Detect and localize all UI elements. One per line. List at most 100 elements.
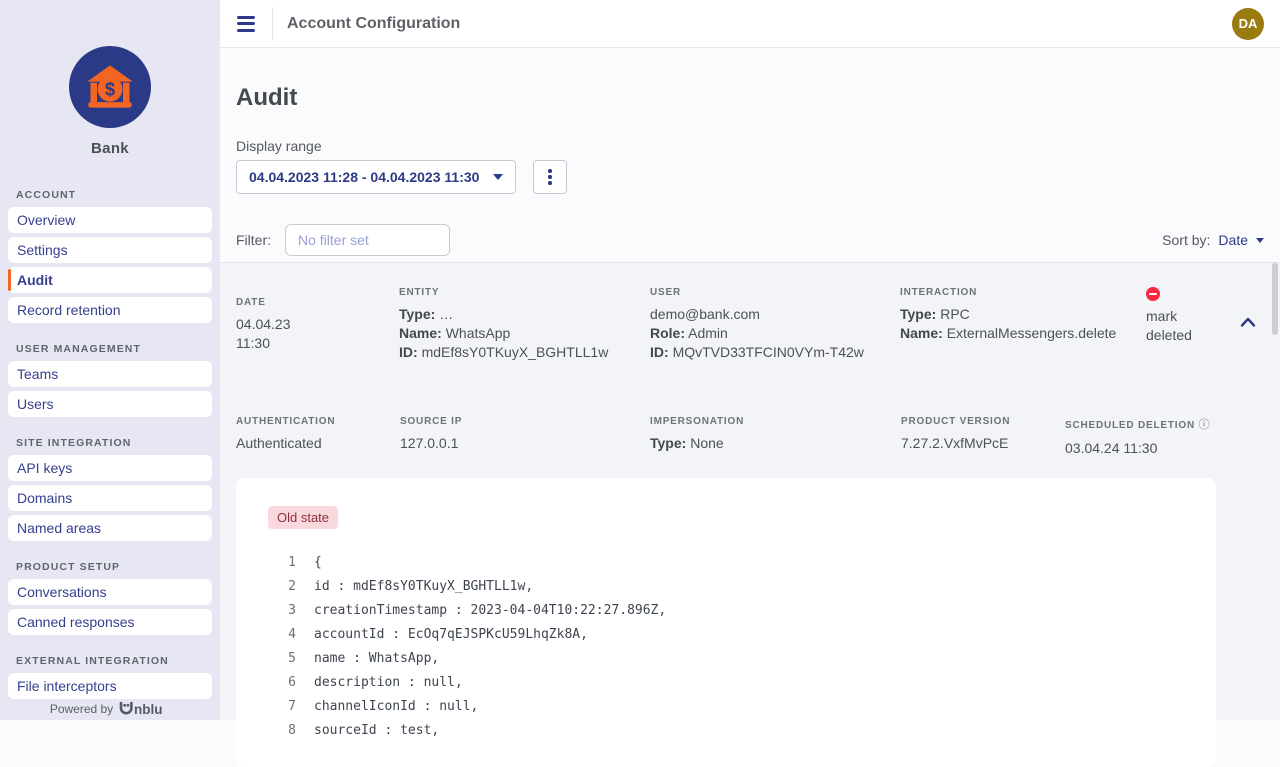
entity-type-key: Type:: [399, 306, 435, 322]
scheduled-deletion-column: SCHEDULED DELETION ⓘ 03.04.24 11:30: [1065, 416, 1210, 458]
status-column: mark deleted: [1146, 287, 1238, 362]
interaction-column: INTERACTION Type: RPC Name: ExternalMess…: [900, 287, 1146, 362]
date-column: DATE 04.04.23 11:30: [236, 287, 399, 362]
line-text: name : WhatsApp,: [314, 647, 439, 671]
line-number: 7: [268, 695, 296, 719]
audit-entry-details: AUTHENTICATION Authenticated SOURCE IP 1…: [220, 416, 1280, 458]
sidebar-item-canned-responses[interactable]: Canned responses: [8, 609, 212, 635]
user-id-value: MQvTVD33TFCIN0VYm-T42w: [673, 344, 864, 360]
line-text: sourceId : test,: [314, 719, 439, 743]
nav-section-items: Conversations Canned responses: [0, 579, 220, 635]
chevron-down-icon: [1256, 238, 1264, 243]
user-id-key: ID:: [650, 344, 669, 360]
status-badge: mark deleted: [1146, 307, 1206, 345]
main-area: Account Configuration DA Audit Display r…: [220, 0, 1280, 720]
interaction-label: INTERACTION: [900, 287, 1146, 298]
sidebar-item-named-areas[interactable]: Named areas: [8, 515, 212, 541]
interaction-type-value: RPC: [940, 306, 970, 322]
product-version-label: PRODUCT VERSION: [901, 416, 1065, 427]
nav-section: EXTERNAL INTEGRATION File interceptors: [0, 655, 220, 699]
sidebar-item-api-keys[interactable]: API keys: [8, 455, 212, 481]
sidebar-item-label: Teams: [17, 366, 58, 382]
filter-row: Filter: Sort by: Date: [220, 218, 1280, 262]
line-number: 4: [268, 623, 296, 647]
vertical-scrollbar-thumb[interactable]: [1272, 263, 1278, 335]
page-title: Audit: [236, 84, 1280, 112]
line-number: 6: [268, 671, 296, 695]
unblu-logo-icon: nblu: [118, 701, 170, 717]
scheduled-deletion-label: SCHEDULED DELETION: [1065, 420, 1195, 431]
nav-section-items: API keys Domains Named areas: [0, 455, 220, 541]
old-state-card: Old state 1 { 2 id : mdEf8sY0TKuyX_BGHTL…: [236, 478, 1216, 767]
sidebar-item-conversations[interactable]: Conversations: [8, 579, 212, 605]
authentication-value: Authenticated: [236, 434, 400, 453]
nav-section-label: PRODUCT SETUP: [16, 561, 220, 573]
sort-by-control[interactable]: Sort by: Date: [1162, 232, 1264, 248]
topbar-divider: [272, 7, 273, 41]
code-line: 2 id : mdEf8sY0TKuyX_BGHTLL1w,: [268, 575, 1216, 599]
minus-circle-icon: [1146, 287, 1160, 301]
display-range-select[interactable]: 04.04.2023 11:28 - 04.04.2023 11:30: [236, 160, 516, 194]
powered-by-label: Powered by: [50, 702, 113, 716]
nav-section-label: ACCOUNT: [16, 189, 220, 201]
line-text: description : null,: [314, 671, 463, 695]
code-line: 4 accountId : EcOq7qEJSPKcU59LhqZk8A,: [268, 623, 1216, 647]
display-range-row: 04.04.2023 11:28 - 04.04.2023 11:30: [236, 160, 1280, 194]
chevron-down-icon: [493, 174, 503, 180]
display-range-value: 04.04.2023 11:28 - 04.04.2023 11:30: [249, 169, 479, 185]
nav-section: SITE INTEGRATION API keys Domains Named …: [0, 437, 220, 541]
interaction-type-key: Type:: [900, 306, 936, 322]
sidebar-item-settings[interactable]: Settings: [8, 237, 212, 263]
line-number: 2: [268, 575, 296, 599]
nav-section: ACCOUNT Overview Settings Audit Record r…: [0, 189, 220, 323]
entity-name-key: Name:: [399, 325, 442, 341]
user-role-key: Role:: [650, 325, 685, 341]
line-text: {: [314, 551, 322, 575]
scheduled-deletion-value: 03.04.24 11:30: [1065, 439, 1210, 458]
line-number: 3: [268, 599, 296, 623]
sidebar-item-overview[interactable]: Overview: [8, 207, 212, 233]
old-state-badge: Old state: [268, 506, 338, 529]
line-number: 5: [268, 647, 296, 671]
info-icon[interactable]: ⓘ: [1199, 419, 1210, 431]
entity-type-value: …: [439, 306, 453, 322]
nav-section: PRODUCT SETUP Conversations Canned respo…: [0, 561, 220, 635]
entity-id-key: ID:: [399, 344, 418, 360]
sidebar-item-file-interceptors[interactable]: File interceptors: [8, 673, 212, 699]
hamburger-menu-icon[interactable]: [234, 9, 258, 38]
nav-section-label: EXTERNAL INTEGRATION: [16, 655, 220, 667]
powered-by: Powered by nblu: [0, 701, 220, 717]
sidebar: $ Bank ACCOUNT Overview Settings Audit R…: [0, 0, 220, 720]
nav-section-label: USER MANAGEMENT: [16, 343, 220, 355]
entity-column: ENTITY Type: … Name: WhatsApp ID: mdEf8s…: [399, 287, 650, 362]
sidebar-item-label: Record retention: [17, 302, 121, 318]
sidebar-item-label: Domains: [17, 490, 72, 506]
user-avatar[interactable]: DA: [1232, 8, 1264, 40]
user-email: demo@bank.com: [650, 305, 900, 324]
sidebar-item-audit[interactable]: Audit: [8, 267, 212, 293]
nav-section-label: SITE INTEGRATION: [16, 437, 220, 449]
user-column: USER demo@bank.com Role: Admin ID: MQvTV…: [650, 287, 900, 362]
source-ip-label: SOURCE IP: [400, 416, 650, 427]
collapse-entry-button[interactable]: [1240, 315, 1256, 362]
sidebar-item-label: Users: [17, 396, 54, 412]
nav-section-items: Overview Settings Audit Record retention: [0, 207, 220, 323]
code-line: 3 creationTimestamp : 2023-04-04T10:22:2…: [268, 599, 1216, 623]
sidebar-item-record-retention[interactable]: Record retention: [8, 297, 212, 323]
display-range-label: Display range: [236, 138, 1280, 154]
entity-name-value: WhatsApp: [446, 325, 511, 341]
more-options-button[interactable]: [533, 160, 567, 194]
sidebar-item-label: Conversations: [17, 584, 107, 600]
svg-text:nblu: nblu: [134, 702, 163, 717]
sidebar-item-teams[interactable]: Teams: [8, 361, 212, 387]
code-block: 1 { 2 id : mdEf8sY0TKuyX_BGHTLL1w, 3 cre…: [268, 551, 1216, 743]
filter-input[interactable]: [285, 224, 450, 256]
sidebar-item-users[interactable]: Users: [8, 391, 212, 417]
user-role-value: Admin: [688, 325, 728, 341]
sidebar-item-domains[interactable]: Domains: [8, 485, 212, 511]
line-text: channelIconId : null,: [314, 695, 478, 719]
source-ip-value: 127.0.0.1: [400, 434, 650, 453]
authentication-column: AUTHENTICATION Authenticated: [236, 416, 400, 458]
date-label: DATE: [236, 297, 399, 308]
bank-icon: $: [84, 61, 136, 113]
